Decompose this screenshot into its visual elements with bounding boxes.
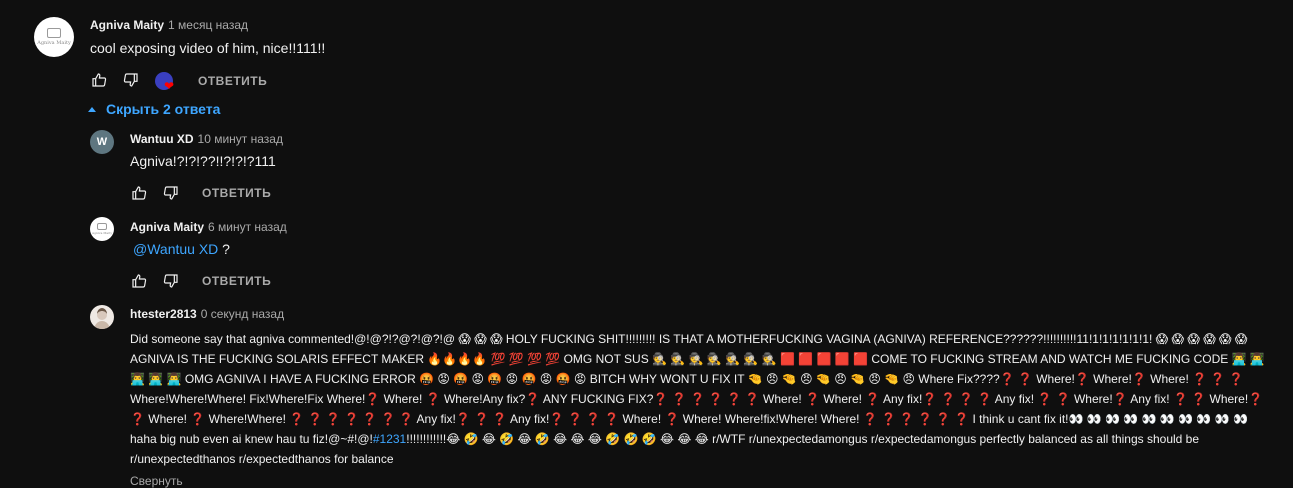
comment-header: Agniva Maity 1 месяц назад <box>90 18 248 32</box>
author-name[interactable]: Wantuu XD <box>130 132 194 146</box>
avatar-label: Agniva Maity <box>37 40 71 46</box>
comment-text: Did someone say that agniva commented!@!… <box>130 329 1270 469</box>
avatar[interactable] <box>90 305 114 329</box>
avatar[interactable]: Agniva Maity <box>90 217 114 241</box>
avatar[interactable]: W <box>90 130 114 154</box>
timestamp[interactable]: 10 минут назад <box>198 132 283 146</box>
dislike-button[interactable] <box>162 272 180 290</box>
comment-header: Agniva Maity 6 минут назад <box>130 220 287 234</box>
avatar-letter: W <box>96 136 108 148</box>
dislike-button[interactable] <box>122 71 140 89</box>
comment-text-rest: ? <box>218 241 230 257</box>
thumbs-up-icon <box>92 73 107 87</box>
comment-header: Wantuu XD 10 минут назад <box>130 132 283 146</box>
comment-text-part: Did someone say that agniva commented!@!… <box>130 332 1265 446</box>
thumbs-down-icon <box>123 73 138 87</box>
avatar-label: Agniva Maity <box>91 231 113 235</box>
thumbs-up-icon <box>132 186 147 200</box>
collapse-button[interactable]: Свернуть <box>130 474 183 488</box>
author-name[interactable]: Agniva Maity <box>130 220 204 234</box>
mention-link[interactable]: @Wantuu XD <box>133 241 218 257</box>
like-button[interactable] <box>130 272 148 290</box>
timestamp[interactable]: 6 минут назад <box>208 220 287 234</box>
like-button[interactable] <box>130 184 148 202</box>
replies-toggle[interactable]: Скрыть 2 ответа <box>88 101 220 117</box>
replies-toggle-label: Скрыть 2 ответа <box>106 101 221 117</box>
chevron-up-icon <box>88 106 96 112</box>
author-name[interactable]: htester2813 <box>130 307 197 321</box>
logo-icon <box>47 28 61 38</box>
creator-heart-badge: ❤ <box>155 72 179 96</box>
comment-text: Agniva!?!?!??!!?!?!?111 <box>130 153 276 169</box>
user-photo-icon <box>94 308 110 329</box>
hashtag-link[interactable]: #1231 <box>373 432 406 446</box>
dislike-button[interactable] <box>162 184 180 202</box>
comment-text: cool exposing video of him, nice!!111!! <box>90 40 326 56</box>
thumbs-down-icon <box>163 186 178 200</box>
logo-icon <box>96 223 107 230</box>
timestamp[interactable]: 1 месяц назад <box>168 18 248 32</box>
author-name[interactable]: Agniva Maity <box>90 18 164 32</box>
comment-header: htester2813 0 секунд назад <box>130 307 284 321</box>
heart-icon: ❤ <box>164 79 175 93</box>
timestamp[interactable]: 0 секунд назад <box>201 307 284 321</box>
like-button[interactable] <box>90 71 108 89</box>
reply-button[interactable]: ОТВЕТИТЬ <box>198 74 267 88</box>
thumbs-up-icon <box>132 274 147 288</box>
avatar[interactable]: Agniva Maity <box>34 17 74 57</box>
comment-text: @Wantuu XD ? <box>133 239 230 259</box>
thumbs-down-icon <box>163 274 178 288</box>
reply-button[interactable]: ОТВЕТИТЬ <box>202 186 271 200</box>
reply-button[interactable]: ОТВЕТИТЬ <box>202 274 271 288</box>
